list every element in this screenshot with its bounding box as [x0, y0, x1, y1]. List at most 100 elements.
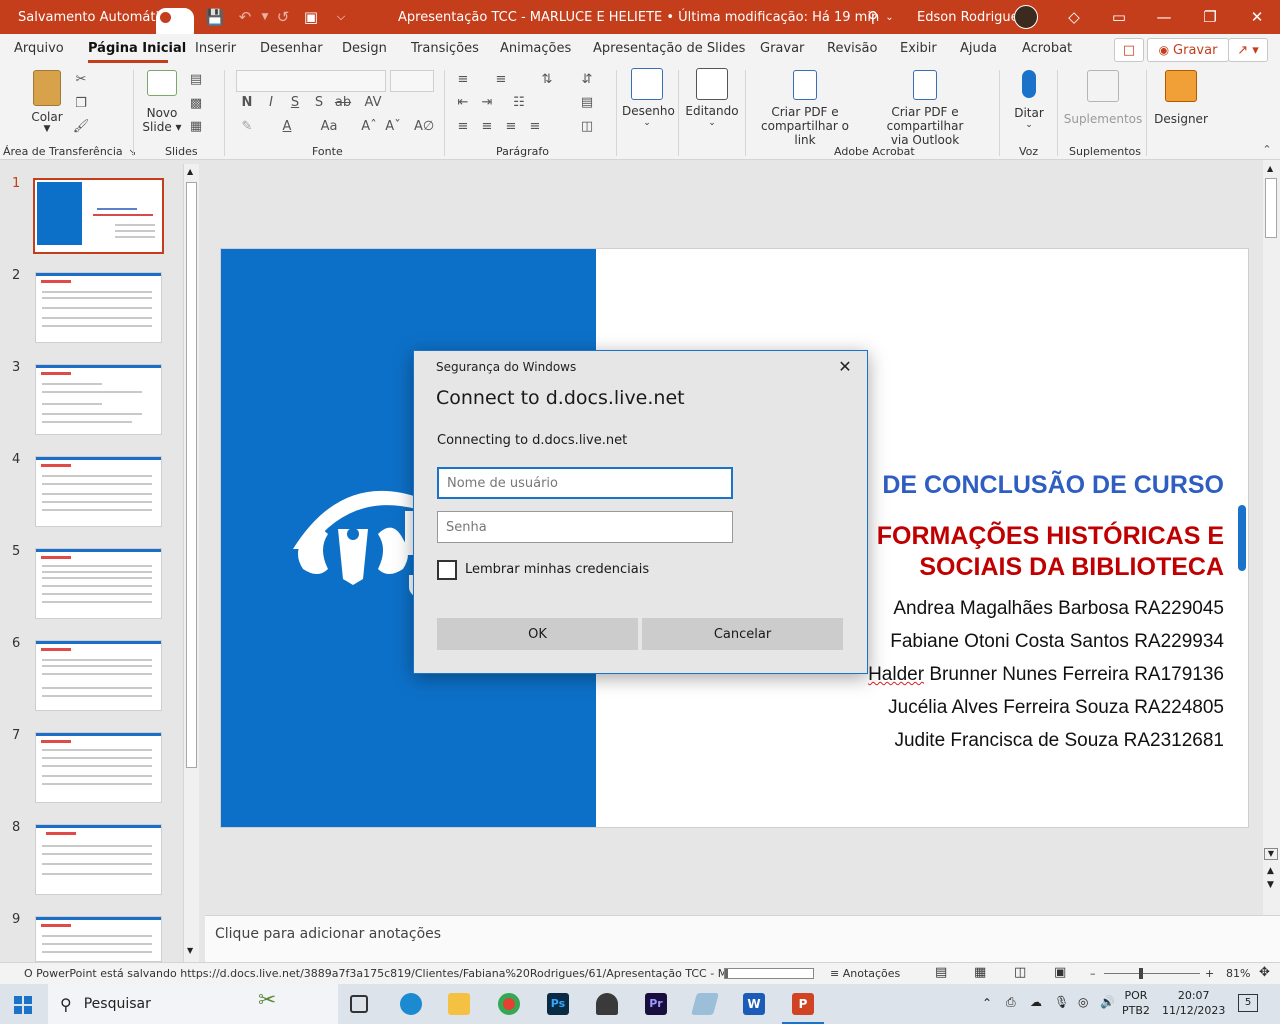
- notes-app-icon[interactable]: [691, 993, 719, 1015]
- dialog-close-icon[interactable]: ✕: [835, 357, 855, 377]
- tab-exibir[interactable]: Exibir: [900, 41, 937, 56]
- reset-icon[interactable]: ▩: [187, 96, 205, 112]
- italic-icon[interactable]: I: [262, 95, 280, 111]
- onedrive-icon[interactable]: ☁: [1030, 995, 1042, 1009]
- author-line[interactable]: Halder Brunner Nunes Ferreira RA179136: [868, 664, 1224, 686]
- remember-credentials-label[interactable]: Lembrar minhas credenciais: [465, 562, 649, 577]
- minimize-icon[interactable]: —: [1147, 0, 1181, 34]
- bullets-icon[interactable]: ≡: [454, 72, 472, 88]
- change-case-icon[interactable]: Aa: [316, 119, 342, 135]
- tab-revisao[interactable]: Revisão: [827, 41, 877, 56]
- create-pdf-outlook-button[interactable]: Criar PDF e compartilhar via Outlook: [858, 70, 992, 147]
- word-icon[interactable]: W: [743, 993, 765, 1015]
- tab-pagina-inicial[interactable]: Página Inicial: [88, 41, 186, 56]
- thumbnail-slide-5[interactable]: [35, 548, 162, 619]
- underline-icon[interactable]: S: [286, 95, 304, 111]
- tab-ajuda[interactable]: Ajuda: [960, 41, 997, 56]
- columns-icon[interactable]: ☷: [510, 95, 528, 111]
- redo-icon[interactable]: ↺: [272, 0, 294, 34]
- fit-slide-icon[interactable]: ✥: [1259, 965, 1270, 980]
- thumbnail-slide-2[interactable]: [35, 272, 162, 343]
- dictate-button[interactable]: Ditar ⌄: [1006, 70, 1052, 130]
- document-title[interactable]: Apresentação TCC - MARLUCE E HELIETE • Ú…: [398, 0, 894, 34]
- text-direction-icon[interactable]: ⇵: [578, 72, 596, 88]
- powerpoint-icon[interactable]: P: [792, 993, 814, 1015]
- slide-sorter-icon[interactable]: ▦: [974, 965, 986, 980]
- cloud-app-icon[interactable]: [596, 993, 618, 1015]
- save-icon[interactable]: 💾: [204, 0, 226, 34]
- ribbon-display-icon[interactable]: ▭: [1108, 0, 1130, 34]
- tab-design[interactable]: Design: [342, 41, 387, 56]
- present-icon[interactable]: ▣: [300, 0, 322, 34]
- tab-acrobat[interactable]: Acrobat: [1022, 41, 1072, 56]
- notes-placeholder[interactable]: Clique para adicionar anotações: [215, 926, 441, 942]
- device-icon[interactable]: ⎙: [1006, 995, 1016, 1010]
- cancel-button[interactable]: Cancelar: [642, 618, 843, 650]
- align-text-icon[interactable]: ▤: [578, 95, 596, 111]
- avatar[interactable]: [1014, 5, 1038, 29]
- ok-button[interactable]: OK: [437, 618, 638, 650]
- strikethrough-icon[interactable]: ab: [334, 95, 352, 111]
- tab-animacoes[interactable]: Animações: [500, 41, 571, 56]
- tab-gravar[interactable]: Gravar: [760, 41, 804, 56]
- font-color-icon[interactable]: A: [278, 119, 296, 135]
- close-icon[interactable]: ✕: [1240, 0, 1274, 34]
- thumbnail-slide-9[interactable]: [35, 916, 162, 962]
- thumbnails-scrollbar[interactable]: ▲ ▼: [183, 164, 199, 962]
- thumbnail-slide-1[interactable]: [33, 178, 164, 254]
- layout-icon[interactable]: ▤: [187, 72, 205, 88]
- language-indicator[interactable]: POR PTB2: [1122, 988, 1150, 1018]
- search-icon[interactable]: ⚲: [862, 0, 884, 34]
- premium-diamond-icon[interactable]: ◇: [1063, 0, 1085, 34]
- clock[interactable]: 20:07 11/12/2023: [1162, 988, 1225, 1018]
- author-line[interactable]: Judite Francisca de Souza RA2312681: [894, 730, 1224, 752]
- restore-icon[interactable]: ❐: [1193, 0, 1227, 34]
- undo-icon[interactable]: ↶: [234, 0, 256, 34]
- volume-icon[interactable]: 🔊: [1100, 995, 1115, 1009]
- zoom-in-icon[interactable]: +: [1205, 967, 1214, 980]
- copy-icon[interactable]: ❐: [72, 96, 90, 112]
- taskbar-search[interactable]: ⚲ Pesquisar ✂: [48, 984, 338, 1024]
- grow-font-icon[interactable]: Aˆ: [360, 119, 378, 135]
- author-line[interactable]: Fabiane Otoni Costa Santos RA229934: [890, 631, 1224, 653]
- section-icon[interactable]: ▦: [187, 119, 205, 135]
- align-right-icon[interactable]: ≡: [502, 119, 520, 135]
- author-line[interactable]: Jucélia Alves Ferreira Souza RA224805: [888, 697, 1224, 719]
- create-pdf-link-button[interactable]: Criar PDF e compartilhar o link: [752, 70, 858, 147]
- remember-credentials-checkbox[interactable]: [437, 560, 457, 580]
- shrink-font-icon[interactable]: Aˇ: [384, 119, 402, 135]
- zoom-level[interactable]: 81%: [1226, 967, 1250, 980]
- clear-format-icon[interactable]: A∅: [414, 119, 434, 135]
- chrome-icon[interactable]: [498, 993, 520, 1015]
- windows-start-icon[interactable]: [14, 996, 32, 1014]
- slideshow-icon[interactable]: ▣: [1054, 965, 1066, 980]
- notification-icon[interactable]: 5: [1238, 994, 1258, 1012]
- password-input[interactable]: [437, 511, 733, 543]
- increase-indent-icon[interactable]: ⇥: [478, 95, 496, 111]
- network-icon[interactable]: ◎: [1078, 995, 1088, 1009]
- user-name[interactable]: Edson Rodrigues: [917, 0, 1025, 34]
- slide-title[interactable]: DE CONCLUSÃO DE CURSO: [882, 471, 1224, 500]
- comments-icon[interactable]: □: [1114, 38, 1144, 62]
- edge-icon[interactable]: [400, 993, 422, 1015]
- notes-pane[interactable]: Clique para adicionar anotações: [205, 915, 1280, 962]
- spacing-icon[interactable]: AV: [360, 95, 386, 111]
- highlight-icon[interactable]: ✎: [238, 119, 256, 135]
- customize-toolbar-icon[interactable]: ⌵: [330, 0, 352, 34]
- new-slide-button[interactable]: Novo Slide ▾: [140, 70, 184, 134]
- thumbnail-slide-4[interactable]: [35, 456, 162, 527]
- author-line[interactable]: Andrea Magalhães Barbosa RA229045: [893, 598, 1224, 620]
- tab-desenhar[interactable]: Desenhar: [260, 41, 323, 56]
- username-input[interactable]: [437, 467, 733, 499]
- line-spacing-icon[interactable]: ⇅: [538, 72, 556, 88]
- tab-transicoes[interactable]: Transições: [411, 41, 479, 56]
- tab-apresentacao[interactable]: Apresentação de Slides: [593, 41, 745, 56]
- format-painter-icon[interactable]: 🖌: [72, 119, 90, 135]
- thumbnail-slide-6[interactable]: [35, 640, 162, 711]
- zoom-out-icon[interactable]: –: [1090, 967, 1096, 980]
- designer-button[interactable]: Designer: [1152, 70, 1210, 126]
- align-center-icon[interactable]: ≡: [478, 119, 496, 135]
- editor-scrollbar[interactable]: ▲ ▼ ▲ ▼: [1263, 160, 1280, 915]
- thumbnail-slide-7[interactable]: [35, 732, 162, 803]
- numbering-icon[interactable]: ≡: [492, 72, 510, 88]
